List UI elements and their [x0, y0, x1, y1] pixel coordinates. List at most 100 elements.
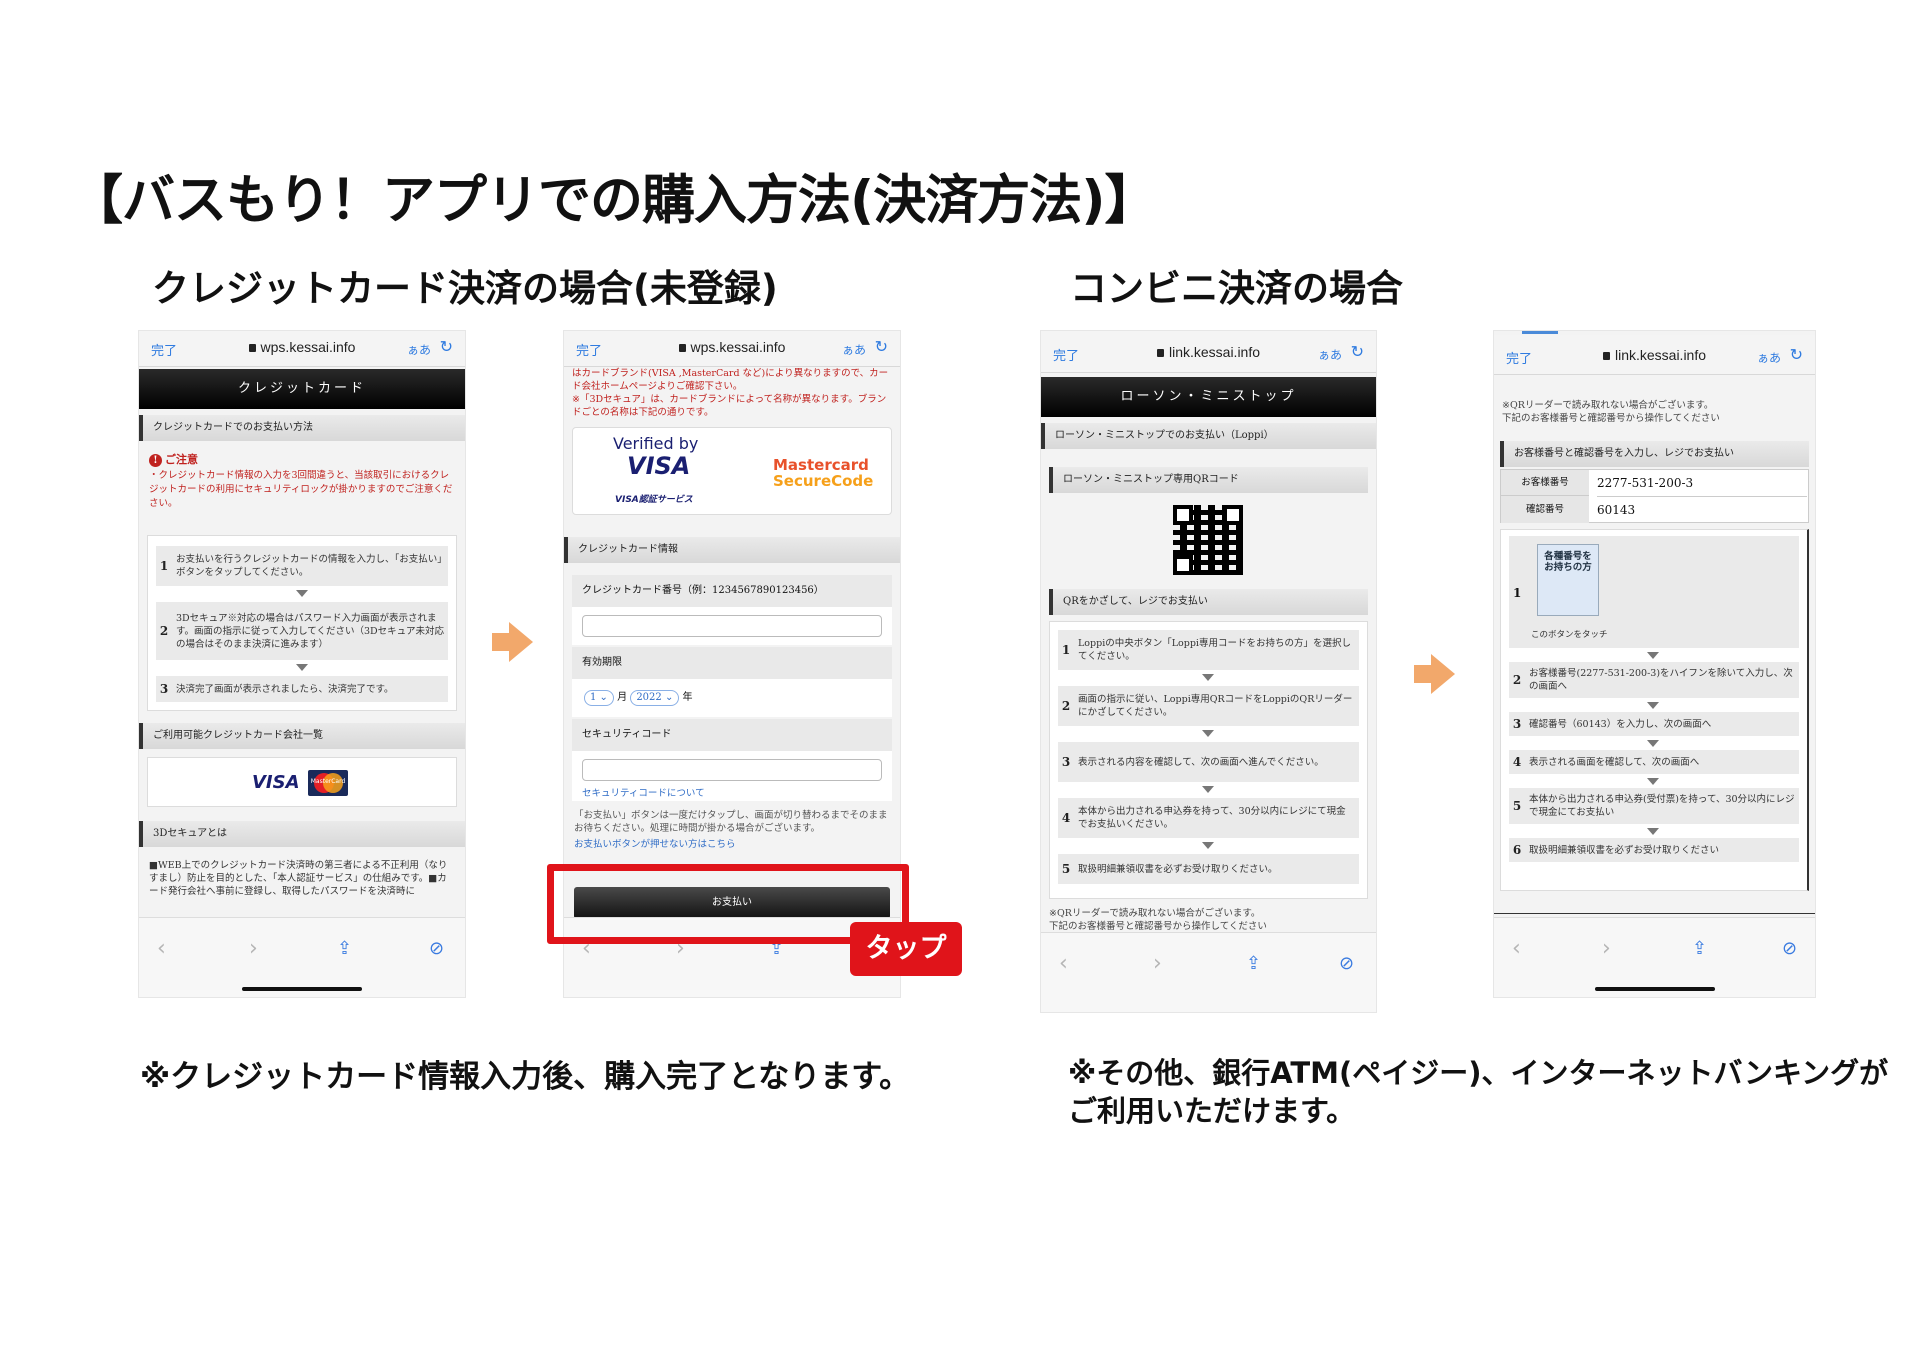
lock-icon [248, 344, 256, 352]
credit-section-title: クレジットカード決済の場合(未登録) [152, 267, 778, 310]
browser-bar: 完了 wps.kessai.info ぁあ ↻ [139, 331, 465, 367]
step-item: 1 各種番号をお持ちの方 このボタンをタッチ [1509, 536, 1799, 648]
securecode-text: SecureCode [773, 472, 874, 490]
text-size-button[interactable]: ぁあ [407, 341, 431, 358]
step-item: 6 取扱明細兼領収書を必ずお受け取りください [1509, 838, 1799, 862]
step-item: 2 お客様番号(2277-531-200-3)をハイフンを除いて入力し、次の画面へ [1509, 662, 1799, 698]
expiry-row: 1 ⌄ 月 2022 ⌄ 年 [572, 679, 892, 717]
lock-icon [1602, 352, 1610, 360]
step-item: 2 画面の指示に従い、Loppi専用QRコードをLoppiのQRリーダーにかざして… [1058, 686, 1359, 726]
section-header-qr: ローソン・ミニストップ専用QRコード [1049, 467, 1368, 493]
section-header-numbers: お客様番号と確認番号を入力し、レジでお支払い [1500, 441, 1809, 467]
pay-help-link[interactable]: お支払いボタンが押せない方はこちら [574, 836, 736, 850]
down-arrow-icon [296, 590, 308, 597]
visa-service-text: VISA認証サービス [615, 495, 693, 505]
down-arrow-icon [1647, 778, 1659, 785]
down-arrow-icon [1647, 740, 1659, 747]
card-number-input[interactable] [582, 615, 882, 637]
share-icon[interactable]: ⇪ [337, 938, 352, 959]
page-banner: ローソン・ミニストップ [1041, 377, 1376, 417]
browser-bar: 完了 wps.kessai.info ぁあ ↻ [564, 331, 900, 367]
text-size-button[interactable]: ぁあ [1757, 349, 1781, 366]
steps-card: 1 Loppiの中央ボタン「Loppi専用コードをお持ちの方」を選択してください。… [1049, 621, 1368, 899]
text-size-button[interactable]: ぁあ [1318, 346, 1342, 363]
browser-bar: 完了 link.kessai.info ぁあ ↻ [1494, 335, 1815, 375]
section-header-scan: QRをかざして、レジでお支払い [1049, 589, 1368, 615]
share-icon[interactable]: ⇪ [1246, 953, 1261, 974]
section-header-pay: ローソン・ミニストップでのお支払い（Loppi） [1041, 423, 1376, 449]
step-item: 4 表示される画面を確認して、次の画面へ [1509, 750, 1799, 774]
step-item: 5 本体から出力される申込券(受付票)を持って、30分以内にレジで現金にてお支払い [1509, 788, 1799, 824]
security-code-link[interactable]: セキュリティコードについて [582, 785, 705, 799]
down-arrow-icon [1647, 652, 1659, 659]
caution-title: ! ご注意 [149, 451, 198, 467]
down-arrow-icon [1647, 828, 1659, 835]
confirm-number-value: 60143 [1597, 496, 1807, 524]
forward-icon[interactable]: › [249, 936, 258, 961]
mastercard-logo: MasterCard [308, 770, 348, 796]
convenience-note: ※その他、銀行ATM(ペイジー)、インターネットバンキングが ご利用いただけます… [1068, 1056, 1889, 1128]
section-header-pay-method: クレジットカードでのお支払い方法 [139, 415, 465, 441]
step-item: 5 取扱明細兼領収書を必ずお受け取りください。 [1058, 854, 1359, 884]
forward-icon[interactable]: › [1153, 951, 1162, 976]
text-size-button[interactable]: ぁあ [842, 341, 866, 358]
steps-card: 1 各種番号をお持ちの方 このボタンをタッチ 2 お客様番号(2277-531-2… [1500, 529, 1809, 891]
down-arrow-icon [1202, 786, 1214, 793]
three-d-text: ■WEB上でのクレジットカード決済時の第三者による不正利用（なりすまし）防止を目… [149, 860, 448, 897]
year-unit: 年 [682, 692, 693, 703]
lock-icon [678, 344, 686, 352]
step-item: 1 お支払いを行うクレジットカードの情報を入力し、「お支払い」ボタンをタップしてく… [156, 546, 448, 586]
forward-icon[interactable]: › [1602, 936, 1611, 961]
steps-card: 1 お支払いを行うクレジットカードの情報を入力し、「お支払い」ボタンをタップしてく… [147, 535, 457, 711]
compass-icon[interactable]: ⊘ [429, 938, 444, 959]
reload-icon[interactable]: ↻ [1351, 342, 1364, 362]
back-icon[interactable]: ‹ [157, 936, 166, 961]
phone-screen-number-entry: 完了 link.kessai.info ぁあ ↻ ※QRリーダーで読み取れない場… [1493, 330, 1816, 998]
expiry-label: 有効期限 [572, 647, 892, 679]
reload-icon[interactable]: ↻ [1790, 345, 1803, 365]
3d-name-note: ※「3Dセキュア」は、カードブランドによって名称が異なります。ブランドごとの名称… [572, 394, 887, 418]
visa-logo: VISA [627, 452, 691, 480]
step-item: 2 3Dセキュア※対応の場合はパスワード入力画面が表示されます。画面の指示に従って… [156, 602, 448, 660]
card-number-label: クレジットカード番号（例：1234567890123456） [572, 575, 892, 607]
browser-toolbar: ‹ › ⇪ ⊘ [1041, 932, 1376, 1012]
visa-logo: VISA [252, 772, 300, 793]
section-header-cards: ご利用可能クレジットカード会社一覧 [139, 723, 465, 749]
browser-toolbar: ‹ › ⇪ ⊘ [1494, 917, 1815, 997]
back-icon[interactable]: ‹ [1059, 951, 1068, 976]
browser-bar: 完了 link.kessai.info ぁあ ↻ [1041, 331, 1376, 373]
page-title: 【バスもり！アプリでの購入方法(決済方法)】 [70, 170, 1157, 231]
reload-icon[interactable]: ↻ [440, 337, 453, 357]
phone-screen-lawson: 完了 link.kessai.info ぁあ ↻ ローソン・ミニストップ ローソ… [1040, 330, 1377, 1013]
reload-icon[interactable]: ↻ [875, 337, 888, 357]
step-item: 1 Loppiの中央ボタン「Loppi専用コードをお持ちの方」を選択してください。 [1058, 630, 1359, 670]
step-item: 3 表示される内容を確認して、次の画面へ進んでください。 [1058, 742, 1359, 782]
section-header-card-info: クレジットカード情報 [564, 537, 900, 563]
phone-screen-credit-card: 完了 wps.kessai.info ぁあ ↻ クレジットカード クレジットカー… [138, 330, 466, 998]
customer-number-label: お客様番号 [1501, 470, 1589, 496]
qr-code [1173, 505, 1243, 575]
page-banner: クレジットカード [139, 369, 465, 409]
lock-icon [1156, 349, 1164, 357]
brand-info-text: はカードブランド(VISA ,MasterCard など)により異なりますので、… [572, 368, 889, 392]
down-arrow-icon [1202, 674, 1214, 681]
credit-note: ※クレジットカード情報入力後、購入完了となります。 [140, 1059, 911, 1095]
home-indicator [242, 987, 362, 991]
down-arrow-icon [1202, 842, 1214, 849]
expiry-month-select[interactable]: 1 ⌄ [584, 690, 614, 706]
footer-note: ※QRリーダーで読み取れない場合がございます。 下記のお客様番号と確認番号から操作… [1049, 908, 1267, 932]
button-image-caption: このボタンをタッチ [1531, 630, 1608, 640]
down-arrow-icon [296, 664, 308, 671]
alert-icon: ! [149, 454, 162, 467]
card-logos: VISA MasterCard [147, 757, 457, 807]
security-code-input[interactable] [582, 759, 882, 781]
expiry-year-select[interactable]: 2022 ⌄ [630, 690, 680, 706]
browser-toolbar: ‹ › ⇪ ⊘ [139, 917, 465, 997]
convenience-section-title: コンビニ決済の場合 [1070, 267, 1403, 310]
compass-icon[interactable]: ⊘ [1782, 938, 1797, 959]
compass-icon[interactable]: ⊘ [1339, 953, 1354, 974]
step-item: 4 本体から出力される申込券を持って、30分以内にレジにて現金でお支払いください。 [1058, 798, 1359, 838]
back-icon[interactable]: ‹ [1512, 936, 1521, 961]
share-icon[interactable]: ⇪ [1692, 938, 1707, 959]
caution-text: ・クレジットカード情報の入力を3回間違うと、当該取引におけるクレジットカードの利… [149, 470, 453, 509]
